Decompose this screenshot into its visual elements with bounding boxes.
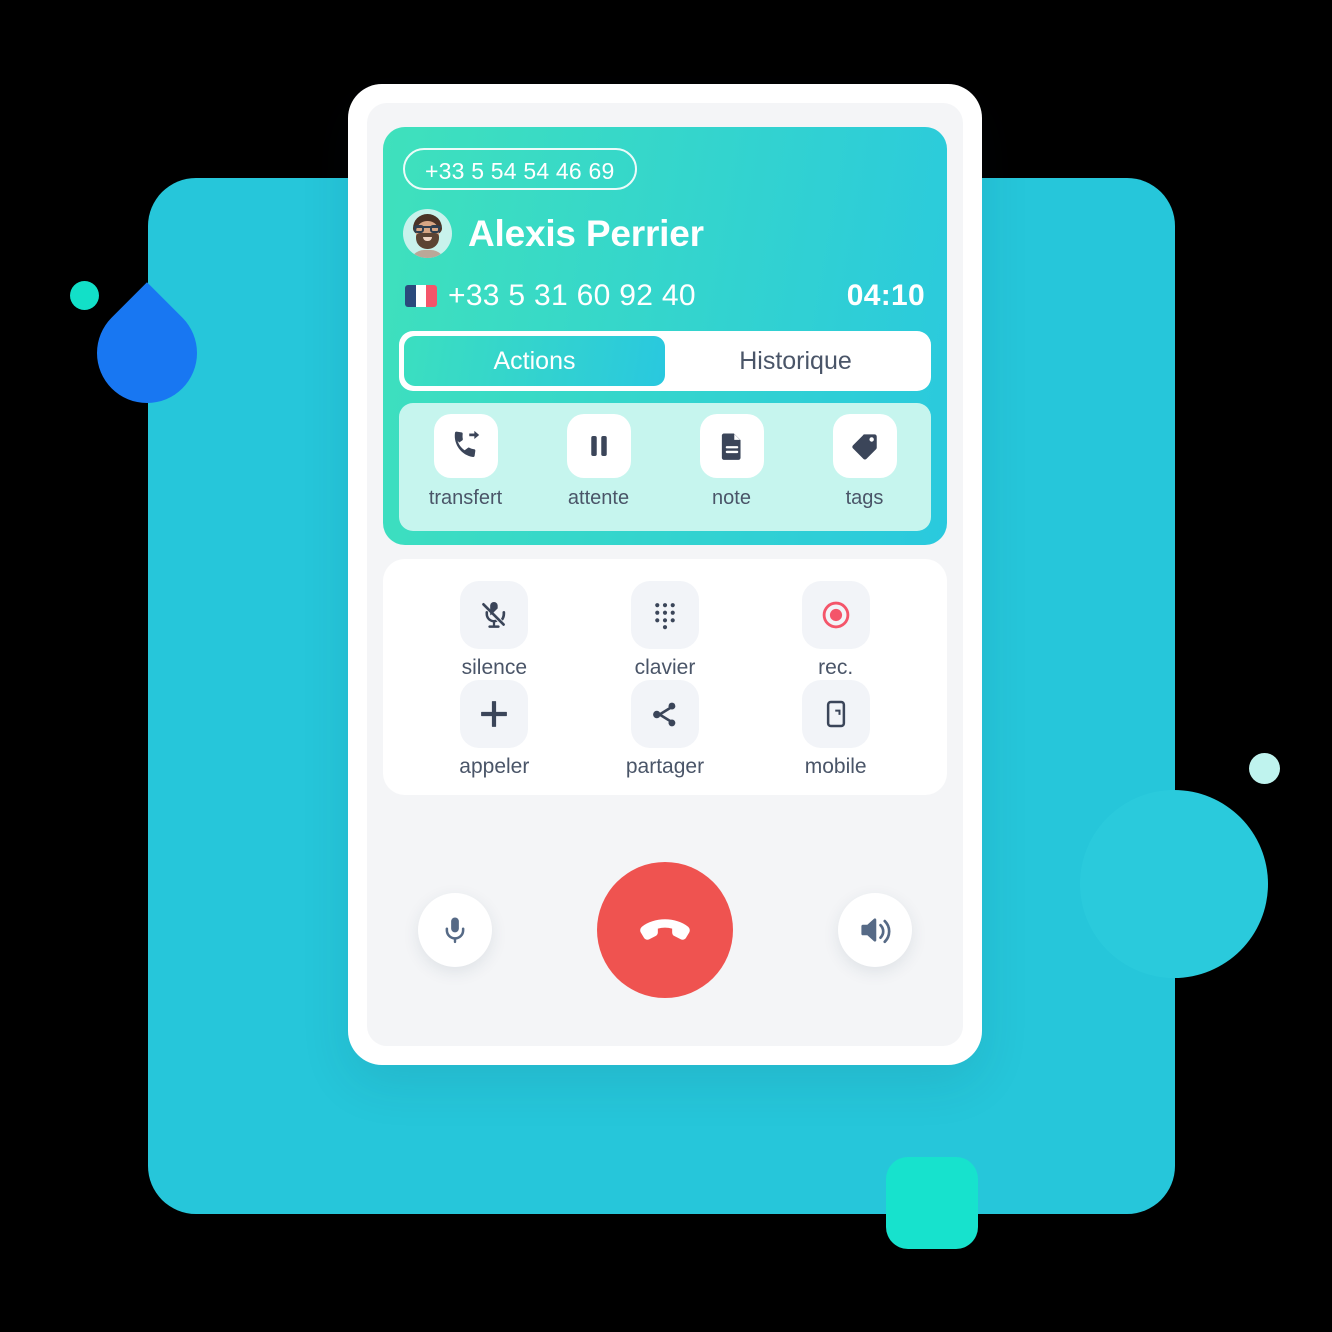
avatar: [403, 209, 452, 258]
avatar-shoulders: [410, 250, 445, 258]
control-mobile[interactable]: mobile: [801, 680, 870, 779]
background-square-turquoise: [886, 1157, 978, 1249]
control-clavier[interactable]: clavier: [630, 581, 699, 680]
action-tags[interactable]: tags: [798, 414, 931, 510]
background-dot-pale: [1249, 753, 1280, 784]
control-partager[interactable]: partager: [626, 680, 704, 779]
control-rec[interactable]: rec.: [801, 581, 870, 680]
microphone-icon: [445, 917, 465, 944]
control-rec-tile[interactable]: [801, 581, 870, 649]
contact-name: Alexis Perrier: [468, 212, 704, 254]
phone-forward-icon: [454, 430, 479, 458]
action-note-label: note: [712, 487, 751, 509]
microphone-muted-icon: [482, 601, 506, 628]
hangup-button[interactable]: [597, 862, 733, 998]
call-action-bar: [383, 855, 947, 1005]
mobile-transfer-icon: [826, 700, 845, 728]
pause-icon: [590, 436, 607, 456]
action-attente-tile[interactable]: [566, 414, 631, 478]
plus-icon: [481, 701, 508, 727]
avatar-beard: [416, 233, 439, 249]
caller-number-row: +33 5 31 60 92 40 04:10: [405, 279, 925, 313]
tab-bar: Actions Historique: [399, 331, 931, 391]
control-mobile-tile[interactable]: [801, 680, 870, 748]
control-silence-label: silence: [461, 656, 528, 679]
contact-row: Alexis Perrier: [403, 209, 704, 258]
control-partager-tile[interactable]: [630, 680, 699, 748]
share-icon: [653, 702, 676, 726]
control-rec-label: rec.: [818, 656, 854, 679]
speaker-volume-icon: [861, 918, 891, 944]
dialpad-icon: [655, 603, 675, 630]
control-partager-label: partager: [625, 755, 705, 778]
document-note-icon: [721, 433, 741, 460]
control-appeler-label: appeler: [459, 755, 530, 778]
call-controls-card: silence clavier rec. appeler partager mo…: [383, 559, 947, 795]
action-transfert-label: transfert: [428, 487, 503, 509]
action-note-tile[interactable]: [699, 414, 764, 478]
control-appeler[interactable]: appeler: [459, 680, 529, 779]
actions-strip: transfert attente note tags: [399, 403, 931, 531]
flag-france-icon: [405, 285, 437, 307]
avatar-glasses-bridge: [414, 226, 441, 234]
screenshot-canvas: +33 5 54 54 46 69 Alexis Perrier +33 5 3…: [0, 0, 1332, 1332]
mute-mic-button[interactable]: [418, 893, 492, 967]
phone-hangup-icon: [640, 919, 690, 940]
action-tags-tile[interactable]: [832, 414, 897, 478]
control-clavier-tile[interactable]: [630, 581, 699, 649]
control-appeler-tile[interactable]: [460, 680, 529, 748]
action-attente[interactable]: attente: [532, 414, 665, 510]
action-tags-label: tags: [845, 487, 884, 509]
control-silence-tile[interactable]: [460, 581, 529, 649]
call-timer: 04:10: [846, 279, 925, 312]
action-transfert-tile[interactable]: [433, 414, 498, 478]
tab-actions[interactable]: Actions: [404, 336, 665, 386]
action-note[interactable]: note: [665, 414, 798, 510]
record-icon: [822, 601, 849, 629]
action-transfert[interactable]: transfert: [399, 414, 532, 510]
control-mobile-label: mobile: [804, 755, 867, 778]
control-clavier-label: clavier: [634, 656, 696, 679]
line-number-pill: +33 5 54 54 46 69: [403, 148, 637, 190]
call-header-card: +33 5 54 54 46 69 Alexis Perrier +33 5 3…: [383, 127, 947, 545]
background-circle-large: [1080, 790, 1268, 978]
caller-number-group: +33 5 31 60 92 40: [405, 279, 696, 313]
speaker-button[interactable]: [838, 893, 912, 967]
caller-number: +33 5 31 60 92 40: [448, 279, 696, 312]
action-attente-label: attente: [567, 487, 630, 509]
tab-historique[interactable]: Historique: [665, 336, 926, 386]
control-silence[interactable]: silence: [460, 581, 529, 680]
background-dot-mint: [70, 281, 99, 310]
tag-icon: [852, 433, 877, 459]
